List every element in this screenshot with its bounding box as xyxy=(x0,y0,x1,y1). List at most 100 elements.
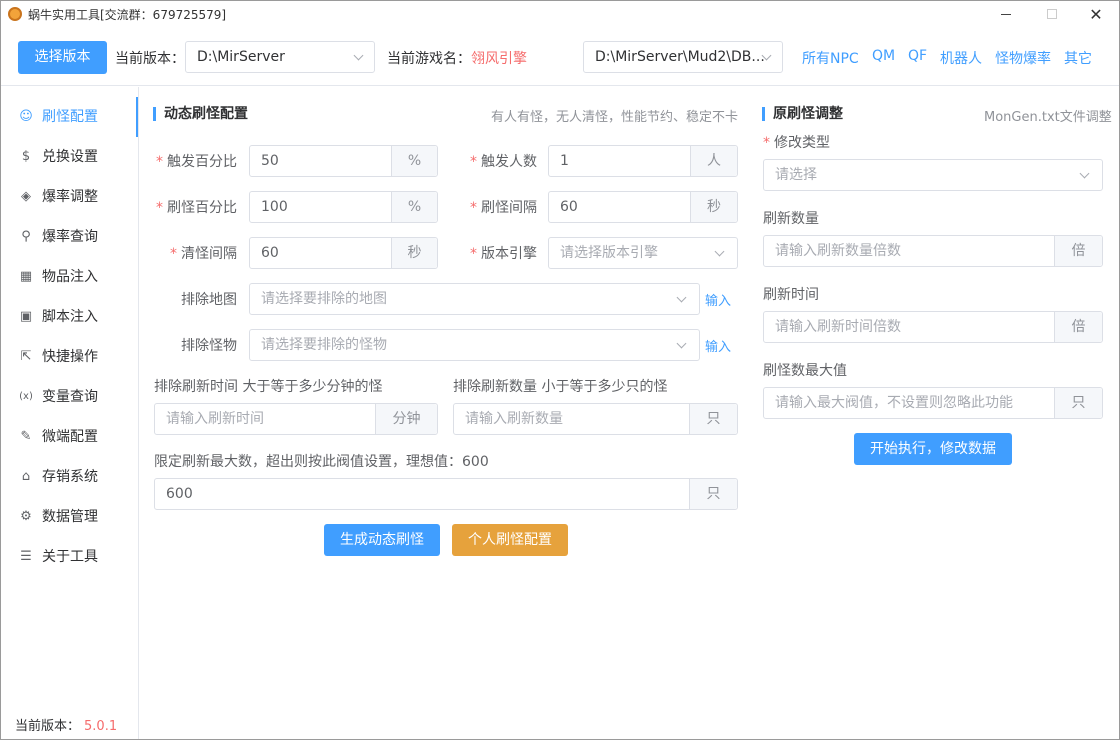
modify-type-label: * 修改类型 xyxy=(763,135,830,151)
sidebar-item-store-system[interactable]: ⌂ 存销系统 xyxy=(1,457,138,497)
trigger-people-input[interactable]: 1 人 xyxy=(548,145,738,177)
sidebar-item-data-management[interactable]: ⚙ 数据管理 xyxy=(1,497,138,537)
trigger-people-value: 1 xyxy=(560,153,569,169)
store-icon: ⌂ xyxy=(21,469,31,484)
sidebar-item-spawn-config[interactable]: ☺ 刷怪配置 xyxy=(1,97,138,137)
db-path-value: D:\MirServer\Mud2\DB... xyxy=(595,49,765,65)
variable-icon: (x) xyxy=(19,391,33,402)
sidebar-item-label: 爆率调整 xyxy=(42,189,98,205)
sidebar-item-label: 微端配置 xyxy=(42,429,98,445)
generate-dynamic-spawn-button[interactable]: 生成动态刷怪 xyxy=(324,524,440,556)
sidebar-item-label: 兑换设置 xyxy=(42,149,98,165)
sidebar-item-variable-query[interactable]: (x) 变量查询 xyxy=(1,377,138,417)
sidebar-item-item-inject[interactable]: ▦ 物品注入 xyxy=(1,257,138,297)
script-icon: ▣ xyxy=(19,309,33,324)
personal-spawn-config-button[interactable]: 个人刷怪配置 xyxy=(452,524,568,556)
modify-type-select[interactable]: 请选择 xyxy=(763,159,1103,191)
modify-type-placeholder: 请选择 xyxy=(775,167,817,183)
version-select-value: D:\MirServer xyxy=(197,49,285,65)
engine-label: * 版本引擎 xyxy=(470,246,537,262)
execute-modify-button[interactable]: 开始执行，修改数据 xyxy=(854,433,1012,465)
version-select[interactable]: D:\MirServer xyxy=(185,41,375,73)
sidebar-item-quick-actions[interactable]: ⇱ 快捷操作 xyxy=(1,337,138,377)
maximize-icon xyxy=(1047,9,1057,19)
original-section-hint: MonGen.txt文件调整 xyxy=(984,110,1112,125)
exclude-map-select[interactable]: 请选择要排除的地图 xyxy=(249,283,700,315)
exclude-count-label: 排除刷新数量 小于等于多少只的怪 xyxy=(453,379,668,395)
sidebar-item-label: 关于工具 xyxy=(42,549,98,565)
search-icon: ⚲ xyxy=(21,229,31,244)
sidebar-item-micro-client[interactable]: ✎ 微端配置 xyxy=(1,417,138,457)
snail-logo-icon xyxy=(8,7,22,21)
trigger-percent-input[interactable]: 50 % xyxy=(249,145,438,177)
exclude-map-input-link[interactable]: 输入 xyxy=(705,290,731,309)
gear-icon: ✎ xyxy=(20,429,32,444)
trigger-people-label: * 触发人数 xyxy=(470,154,537,170)
spawn-percent-input[interactable]: 100 % xyxy=(249,191,438,223)
multiplier-suffix: 倍 xyxy=(1054,312,1102,342)
external-icon: ⇱ xyxy=(20,349,32,364)
engine-select[interactable]: 请选择版本引擎 xyxy=(548,237,738,269)
exclude-monster-select[interactable]: 请选择要排除的怪物 xyxy=(249,329,700,361)
max-limit-input[interactable]: 600 只 xyxy=(154,478,738,510)
refresh-count-input[interactable]: 请输入刷新数量倍数 倍 xyxy=(763,235,1103,267)
document-icon: ☰ xyxy=(20,549,32,564)
minutes-suffix: 分钟 xyxy=(375,404,437,434)
exclude-monster-input-link[interactable]: 输入 xyxy=(705,336,731,355)
link-qf[interactable]: QF xyxy=(908,48,927,64)
grid-icon: ▦ xyxy=(19,269,33,284)
sidebar-item-label: 数据管理 xyxy=(42,509,98,525)
refresh-time-label: 刷新时间 xyxy=(763,287,819,303)
refresh-time-input[interactable]: 请输入刷新时间倍数 倍 xyxy=(763,311,1103,343)
dynamic-section-hint: 有人有怪，无人清怪，性能节约、稳定不卡 xyxy=(491,110,739,125)
clear-interval-input[interactable]: 60 秒 xyxy=(249,237,438,269)
chevron-down-icon xyxy=(353,50,364,61)
seconds-suffix: 秒 xyxy=(391,238,437,268)
exclude-time-input[interactable]: 请输入刷新时间 分钟 xyxy=(154,403,438,435)
percent-suffix: % xyxy=(391,146,437,176)
link-all-npc[interactable]: 所有NPC xyxy=(802,48,859,68)
dynamic-section-title: 动态刷怪配置 xyxy=(153,107,248,121)
maximize-button[interactable] xyxy=(1029,1,1075,28)
choose-version-button[interactable]: 选择版本 xyxy=(18,41,107,74)
spawn-interval-input[interactable]: 60 秒 xyxy=(548,191,738,223)
multiplier-suffix: 倍 xyxy=(1054,236,1102,266)
sidebar-item-label: 物品注入 xyxy=(42,269,98,285)
link-other[interactable]: 其它 xyxy=(1064,48,1092,68)
chevron-down-icon xyxy=(676,292,687,303)
exclude-map-placeholder: 请选择要排除的地图 xyxy=(261,291,387,307)
sidebar-item-about[interactable]: ☰ 关于工具 xyxy=(1,537,138,577)
minimize-button[interactable] xyxy=(983,1,1029,28)
exclude-count-input[interactable]: 请输入刷新数量 只 xyxy=(453,403,738,435)
clear-interval-label: * 清怪间隔 xyxy=(170,246,237,262)
sidebar-item-script-inject[interactable]: ▣ 脚本注入 xyxy=(1,297,138,337)
sidebar-item-label: 快捷操作 xyxy=(42,349,98,365)
link-monster-drop-rate[interactable]: 怪物爆率 xyxy=(995,48,1051,68)
sidebar: ☺ 刷怪配置 $ 兑换设置 ◈ 爆率调整 ⚲ 爆率查询 ▦ 物品注入 ▣ 脚本注… xyxy=(1,87,139,739)
percent-suffix: % xyxy=(391,192,437,222)
trigger-percent-label: * 触发百分比 xyxy=(156,154,237,170)
box-icon: ◈ xyxy=(21,189,31,204)
link-robot[interactable]: 机器人 xyxy=(940,48,982,68)
sidebar-item-exchange[interactable]: $ 兑换设置 xyxy=(1,137,138,177)
sidebar-item-label: 脚本注入 xyxy=(42,309,98,325)
close-button[interactable]: ✕ xyxy=(1073,1,1119,28)
count-suffix: 只 xyxy=(689,404,737,434)
max-limit-label: 限定刷新最大数，超出则按此阀值设置，理想值：600 xyxy=(154,454,489,470)
max-limit-value: 600 xyxy=(166,486,193,502)
exclude-time-label: 排除刷新时间 大于等于多少分钟的怪 xyxy=(154,379,383,395)
max-value-input[interactable]: 请输入最大阀值，不设置则忽略此功能 只 xyxy=(763,387,1103,419)
sidebar-item-drop-rate-query[interactable]: ⚲ 爆率查询 xyxy=(1,217,138,257)
sidebar-item-label: 变量查询 xyxy=(42,389,98,405)
refresh-count-placeholder: 请输入刷新数量倍数 xyxy=(775,243,901,259)
spawn-interval-value: 60 xyxy=(560,199,578,215)
version-footer-label: 当前版本： xyxy=(15,719,81,734)
settings-icon: ⚙ xyxy=(20,509,32,524)
sidebar-item-drop-rate-adjust[interactable]: ◈ 爆率调整 xyxy=(1,177,138,217)
refresh-time-placeholder: 请输入刷新时间倍数 xyxy=(775,319,901,335)
exclude-monster-label: 排除怪物 xyxy=(181,338,237,354)
link-qm[interactable]: QM xyxy=(872,48,895,64)
db-path-select[interactable]: D:\MirServer\Mud2\DB... xyxy=(583,41,783,73)
version-footer: 当前版本： 5.0.1 xyxy=(15,715,117,734)
spawn-interval-label: * 刷怪间隔 xyxy=(470,200,537,216)
